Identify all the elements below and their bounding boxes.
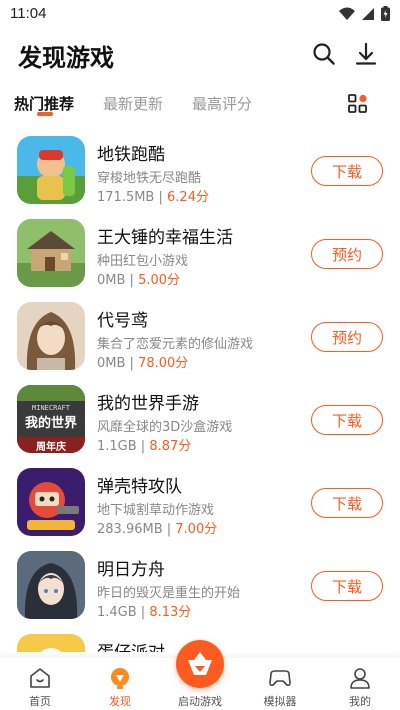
game-description: 地下城割草动作游戏 [97,503,215,518]
meta-separator: | [136,605,150,620]
game-meta: 283.96MB | 7.00分 [97,518,217,537]
meta-separator: | [136,439,150,454]
home-icon [30,668,50,688]
game-size: 0MB [97,356,126,371]
meta-separator: | [162,522,176,537]
category-grid-button[interactable] [348,94,368,114]
download-button[interactable]: 下载 [311,488,383,518]
active-tab-indicator [37,112,53,116]
game-size: 283.96MB [97,522,163,537]
anime-character-icon [17,302,85,370]
reserve-button[interactable]: 预约 [311,239,383,269]
game-score: 8.87分 [149,439,192,454]
meta-separator: | [125,356,139,371]
tab-hot-recommend[interactable]: 热门推荐 [14,93,74,114]
nav-label: 发现 [109,695,131,708]
nav-label: 首页 [29,695,51,708]
download-button[interactable]: 下载 [311,156,383,186]
nav-label: 模拟器 [263,695,297,708]
game-description: 穿梭地铁无尽跑酷 [97,171,202,186]
game-name: 弹壳特攻队 [97,477,182,497]
subway-surfers-icon [17,136,85,204]
download-manager-button[interactable] [352,40,380,68]
game-name: 明日方舟 [97,560,165,580]
status-icons [339,6,390,21]
signal-icon [362,7,374,20]
profile-icon [350,668,370,689]
game-score: 6.24分 [167,190,209,205]
game-description: 风靡全球的3D沙盒游戏 [97,420,233,435]
meta-separator: | [125,273,139,288]
game-name: 王大锤的幸福生活 [97,228,233,248]
arknights-icon [17,551,85,619]
tab-bar: 热门推荐 最新更新 最高评分 [0,85,400,125]
game-meta: 0MB | 5.00分 [97,269,180,288]
minecraft-anniversary-text: 周年庆 [36,442,66,453]
discover-icon [111,668,129,689]
eggy-party-icon [17,634,85,652]
status-time: 11:04 [10,5,47,22]
nav-profile[interactable]: 我的 [320,658,400,710]
game-meta: 171.5MB | 6.24分 [97,186,209,205]
reserve-button[interactable]: 预约 [311,322,383,352]
game-size: 1.4GB [97,605,137,620]
game-description: 集合了恋爱元素的修仙游戏 [97,337,254,352]
meta-separator: | [154,190,168,205]
list-item[interactable]: 代号鸢 集合了恋爱元素的修仙游戏 0MB | 78.00分 预约 [0,300,400,383]
list-item[interactable]: 地铁跑酷 穿梭地铁无尽跑酷 171.5MB | 6.24分 下载 [0,134,400,217]
wifi-icon [339,7,355,20]
game-score: 8.13分 [149,605,192,620]
nav-emulator[interactable]: 模拟器 [240,658,320,710]
game-meta: 0MB | 78.00分 [97,352,188,371]
minecraft-icon: MINECRAFT 我的世界 周年庆 [17,385,85,453]
grid-icon [348,94,367,113]
list-item[interactable]: 明日方舟 昨日的毁灭是重生的开始 1.4GB | 8.13分 下载 [0,549,400,632]
game-name: 代号鸢 [97,311,148,331]
launch-game-button[interactable] [176,640,224,688]
launch-game-icon [188,652,212,675]
search-icon [313,43,335,65]
nav-label: 启动游戏 [178,695,222,708]
list-item[interactable]: 弹壳特攻队 地下城割草动作游戏 283.96MB | 7.00分 下载 [0,466,400,549]
tab-top-rated[interactable]: 最高评分 [192,93,252,114]
game-list: 地铁跑酷 穿梭地铁无尽跑酷 171.5MB | 6.24分 下载 王大锤的幸福生… [0,132,400,652]
game-name: 蛋仔派对 [97,638,165,652]
game-description: 种田红包小游戏 [97,254,189,269]
survivor-icon [17,468,85,536]
game-meta: 1.4GB | 8.13分 [97,601,191,620]
minecraft-title-text: 我的世界 [24,416,77,431]
game-size: 0MB [97,273,126,288]
game-score: 5.00分 [138,273,181,288]
download-button[interactable]: 下载 [311,405,383,435]
page-title: 发现游戏 [18,44,114,72]
game-score: 78.00分 [138,356,189,371]
nav-label: 我的 [349,695,371,708]
minecraft-logo-text: MINECRAFT [32,404,70,412]
search-button[interactable] [310,40,338,68]
list-item[interactable]: MINECRAFT 我的世界 周年庆 我的世界手游 风靡全球的3D沙盒游戏 1.… [0,383,400,466]
nav-discover[interactable]: 发现 [80,658,160,710]
game-description: 昨日的毁灭是重生的开始 [97,586,241,601]
list-item[interactable]: 王大锤的幸福生活 种田红包小游戏 0MB | 5.00分 预约 [0,217,400,300]
gamepad-icon [269,670,291,687]
nav-home[interactable]: 首页 [0,658,80,710]
battery-icon [381,6,390,21]
game-name: 我的世界手游 [97,394,199,414]
download-button[interactable]: 下载 [311,571,383,601]
tab-latest-update[interactable]: 最新更新 [103,93,163,114]
farm-house-icon [17,219,85,287]
game-size: 171.5MB [97,190,155,205]
game-score: 7.00分 [175,522,218,537]
game-name: 地铁跑酷 [97,145,165,165]
download-icon [355,42,377,65]
game-meta: 1.1GB | 8.87分 [97,435,191,454]
status-bar: 11:04 [0,0,400,30]
game-size: 1.1GB [97,439,137,454]
header: 发现游戏 [0,30,400,80]
